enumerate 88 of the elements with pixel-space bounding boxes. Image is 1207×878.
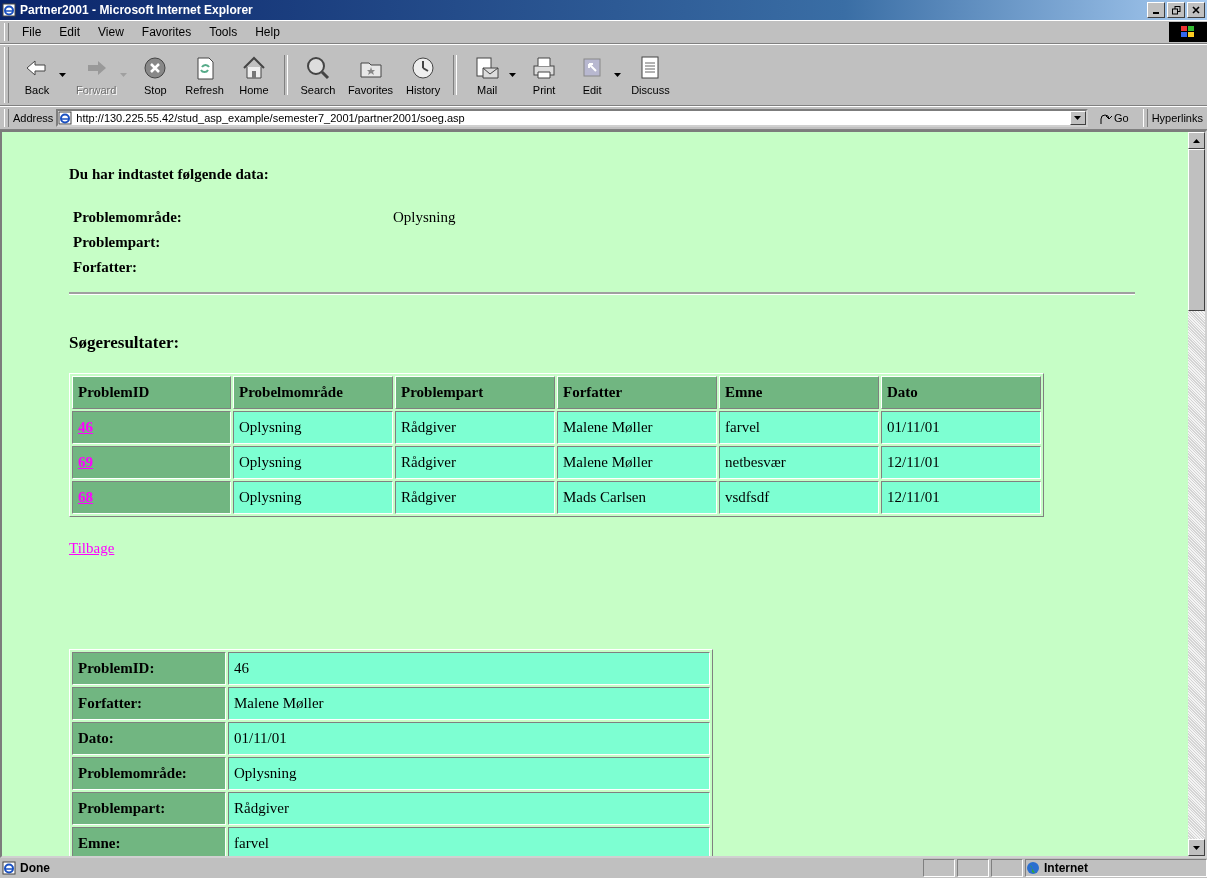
detail-value: Malene Møller	[228, 687, 710, 720]
address-label: Address	[13, 112, 54, 124]
toolbar-button[interactable]: Back	[13, 51, 61, 99]
table-cell: netbesvær	[719, 446, 879, 479]
table-cell: Malene Møller	[557, 411, 717, 444]
menu-item[interactable]: Tools	[200, 23, 247, 41]
toolbar-button[interactable]: Favorites	[341, 51, 400, 99]
table-cell: Malene Møller	[557, 446, 717, 479]
detail-label: Dato:	[72, 722, 226, 755]
detail-value: 01/11/01	[228, 722, 710, 755]
field-label: Problempart:	[73, 234, 162, 251]
field-label: Problemområde:	[73, 209, 183, 226]
column-header: Dato	[881, 376, 1041, 409]
detail-label: ProblemID:	[72, 652, 226, 685]
caret-icon	[1074, 116, 1082, 120]
windows-logo-icon	[1169, 22, 1207, 42]
menu-item[interactable]: Favorites	[132, 23, 201, 41]
toolbar-button[interactable]: Mail	[463, 51, 512, 99]
up-arrow-icon	[1193, 138, 1200, 143]
table-cell: Oplysning	[233, 411, 393, 444]
dropdown-button[interactable]	[1069, 111, 1086, 125]
status-pane	[923, 859, 955, 877]
detail-label: Problempart:	[72, 792, 226, 825]
arrow-icon	[1097, 111, 1112, 125]
table-cell: Oplysning	[233, 481, 393, 514]
toolbar-button[interactable]: Search	[293, 51, 342, 99]
caret-icon[interactable]	[59, 73, 66, 77]
table-cell: vsdfsdf	[719, 481, 879, 514]
page-icon	[2, 861, 16, 875]
scrollbar-thumb[interactable]	[1188, 149, 1205, 311]
scroll-down-button[interactable]	[1188, 839, 1205, 856]
menu-item[interactable]: View	[89, 23, 133, 41]
address-field[interactable]: http://130.225.55.42/stud_asp_example/semester7_2001/partner2001/soeg.asp	[56, 109, 1088, 127]
menu-item[interactable]: File	[13, 23, 51, 41]
page-icon	[2, 3, 16, 17]
menu-item[interactable]: Edit	[50, 23, 90, 41]
detail-value: Oplysning	[228, 757, 710, 790]
table-cell: Rådgiver	[395, 446, 555, 479]
results-heading: Søgeresultater:	[69, 333, 181, 353]
status-pane	[957, 859, 989, 877]
table-cell: Rådgiver	[395, 411, 555, 444]
table-cell: 12/11/01	[881, 481, 1041, 514]
zone-indicator: Internet	[1025, 859, 1207, 877]
scroll-up-button[interactable]	[1188, 132, 1205, 149]
minimize-button[interactable]	[1147, 2, 1165, 18]
field-value: Oplysning	[393, 209, 457, 226]
table-cell: Oplysning	[233, 446, 393, 479]
close-button[interactable]	[1187, 2, 1205, 18]
restore-icon	[1171, 5, 1181, 15]
column-header: ProblemID	[72, 376, 231, 409]
column-header: Forfatter	[557, 376, 717, 409]
intro-heading: Du har indtastet følgende data:	[69, 166, 270, 183]
caret-icon[interactable]	[614, 73, 622, 77]
table-cell: Rådgiver	[395, 481, 555, 514]
window-title: Partner2001 - Microsoft Internet Explorer	[20, 3, 254, 17]
table-cell: 01/11/01	[881, 411, 1041, 444]
detail-value: Rådgiver	[228, 792, 710, 825]
detail-label: Forfatter:	[72, 687, 226, 720]
toolbar-button[interactable]: Refresh	[179, 51, 230, 99]
detail-value: 46	[228, 652, 710, 685]
globe-icon	[1026, 861, 1040, 875]
caret-icon[interactable]	[509, 73, 517, 77]
go-button[interactable]: Go	[1087, 111, 1139, 125]
table-cell: Mads Carlsen	[557, 481, 717, 514]
detail-label: Emne:	[72, 827, 226, 856]
status-text: Done	[0, 861, 921, 875]
toolbar-button[interactable]: Edit	[568, 51, 617, 99]
close-icon	[1192, 6, 1200, 14]
column-header: Probelmområde	[233, 376, 393, 409]
toolbar-button[interactable]: Discuss	[625, 51, 676, 99]
status-pane	[991, 859, 1023, 877]
toolbar-button[interactable]: Home	[229, 51, 278, 99]
restore-button[interactable]	[1167, 2, 1185, 18]
mail-icon	[473, 54, 502, 82]
column-header: Problempart	[395, 376, 555, 409]
links-toolbar-label[interactable]: Hyperlinks	[1151, 112, 1203, 124]
table-cell: farvel	[719, 411, 879, 444]
toolbar-button[interactable]: Print	[520, 51, 569, 99]
column-header: Emne	[719, 376, 879, 409]
page-icon	[58, 111, 73, 125]
detail-value: farvel	[228, 827, 710, 856]
menu-item[interactable]: Help	[246, 23, 289, 41]
table-cell: 12/11/01	[881, 446, 1041, 479]
field-label: Forfatter:	[73, 259, 139, 276]
detail-label: Problemområde:	[72, 757, 226, 790]
toolbar-button[interactable]: History	[399, 51, 448, 99]
down-arrow-icon	[1193, 845, 1200, 850]
toolbar-button[interactable]: Stop	[131, 51, 180, 99]
